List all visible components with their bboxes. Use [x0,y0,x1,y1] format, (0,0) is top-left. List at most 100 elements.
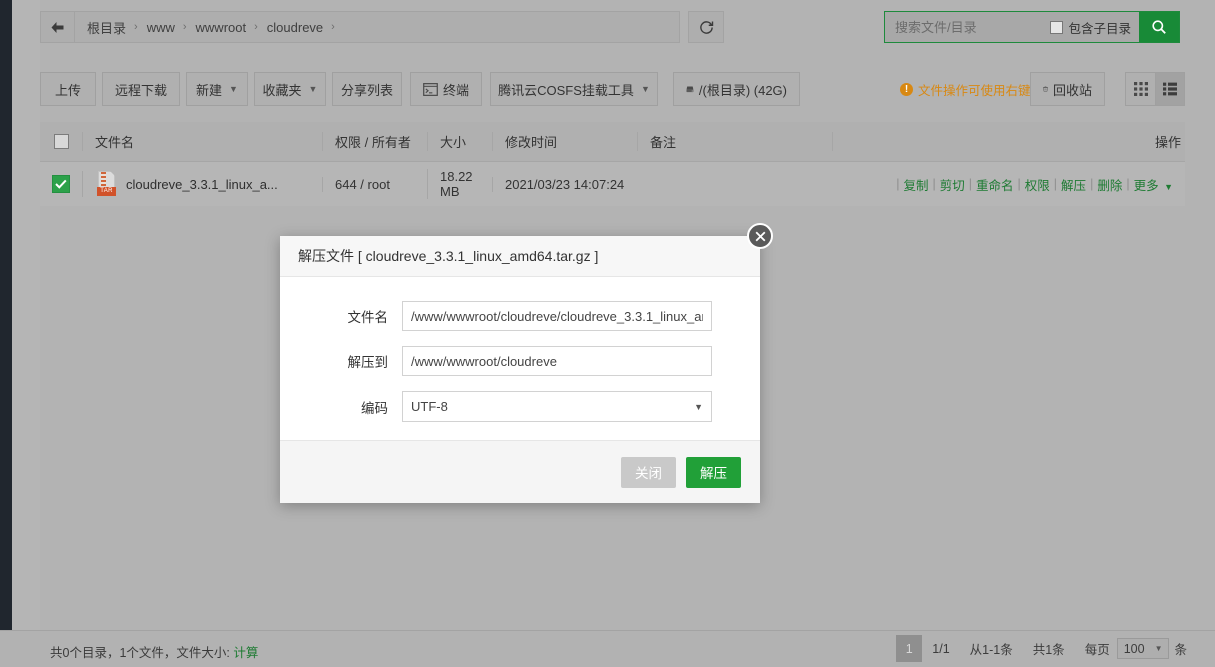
new-button-label: 新建 [196,82,223,98]
breadcrumb-separator: › [182,21,187,33]
header-modified-time[interactable]: 修改时间 [492,132,637,151]
breadcrumb-item-cloudreve[interactable]: cloudreve [267,20,323,35]
cosfs-mount-tool-button[interactable]: 腾讯云COSFS挂载工具 ▼ [490,72,658,106]
page-number-1[interactable]: 1 [896,635,923,662]
header-filename[interactable]: 文件名 [82,132,322,151]
table-row[interactable]: TAR cloudreve_3.3.1_linux_a... 644 / roo… [40,162,1185,206]
chevron-down-icon: ▼ [1154,644,1163,653]
row-modified-time: 2021/03/23 14:07:24 [492,176,637,192]
list-view-button[interactable] [1155,73,1184,105]
include-subdirectories-checkbox[interactable] [1050,20,1064,34]
include-subdirectories-toggle[interactable]: 包含子目录 [1050,12,1139,42]
row-permission-owner[interactable]: 644 / root [322,176,427,192]
disk-icon [686,86,694,92]
dialog-footer: 关闭 解压 [280,440,760,503]
dialog-cancel-button[interactable]: 关闭 [621,456,676,488]
row-size: 18.22 MB [427,169,492,199]
app-side-rail [0,0,12,667]
chevron-down-icon: ▼ [640,84,650,94]
breadcrumb-item-www[interactable]: www [147,20,175,35]
chevron-down-icon: ▼ [229,84,238,94]
pagination: 1 1/1 从1-1条 共1条 每页 100 ▼ 条 [896,635,1187,662]
calculate-size-link[interactable]: 计算 [233,646,258,660]
file-type-tag: TAR [97,187,116,196]
disk-usage-button[interactable]: /(根目录) (42G) [673,72,800,106]
search-icon [1152,20,1166,34]
page-left-margin [12,0,40,667]
row-filename-cell: TAR cloudreve_3.3.1_linux_a... [82,171,322,197]
header-permission-owner[interactable]: 权限 / 所有者 [322,132,427,151]
header-remark[interactable]: 备注 [637,132,832,151]
row-action-more-label: 更多 [1133,178,1159,193]
terminal-button-label: 终端 [442,82,469,98]
directory-summary: 共0个目录，1个文件，文件大小: 计算 [50,642,258,661]
row-select-cell [40,175,82,193]
upload-button[interactable]: 上传 [40,72,96,106]
row-operations: | 复制 | 剪切 | 重命名 | 权限 | 解压 | 删除 | 更多 ▼ [896,175,1185,194]
row-filename[interactable]: cloudreve_3.3.1_linux_a... [126,177,278,192]
list-view-icon [1163,82,1177,96]
check-icon [55,179,67,189]
tar-file-icon: TAR [95,171,117,197]
search-button[interactable] [1139,12,1179,42]
row-action-extract[interactable]: 解压 [1057,175,1090,194]
share-list-button[interactable]: 分享列表 [332,72,402,106]
encoding-select[interactable]: UTF-8 ▼ [402,391,712,422]
breadcrumb-item-wwwroot[interactable]: wwwroot [196,20,247,35]
back-button[interactable] [41,12,75,42]
info-icon: ! [900,83,913,96]
filename-label: 文件名 [347,310,389,325]
search-input[interactable] [885,12,1051,42]
chevron-down-icon: ▼ [694,401,703,412]
header-operations: 操作 [1154,135,1181,150]
terminal-icon [423,82,438,96]
select-all-checkbox[interactable] [53,134,69,149]
refresh-button[interactable] [688,11,724,43]
include-subdirectories-label: 包含子目录 [1068,21,1131,36]
recycle-bin-button[interactable]: 回收站 [1030,72,1105,106]
field-row-extract-to: 解压到 [280,346,760,376]
extract-file-dialog: 解压文件 [ cloudreve_3.3.1_linux_amd64.tar.g… [280,223,773,503]
per-page-select[interactable]: 100 ▼ [1116,638,1170,659]
record-total: 共1条 [1032,643,1065,657]
new-button[interactable]: 新建 ▼ [186,72,248,106]
row-action-permission[interactable]: 权限 [1021,175,1054,194]
select-all-cell [40,134,82,149]
encoding-selected-value: UTF-8 [411,399,448,414]
row-action-delete[interactable]: 删除 [1093,175,1126,194]
breadcrumb-separator: › [331,21,335,33]
directory-summary-text: 共0个目录，1个文件，文件大小: [50,646,230,660]
row-action-rename[interactable]: 重命名 [972,175,1018,194]
dialog-title: 解压文件 [ cloudreve_3.3.1_linux_amd64.tar.g… [280,236,760,277]
breadcrumb-separator: › [134,21,138,33]
breadcrumb-item-root[interactable]: 根目录 [87,18,126,37]
row-action-cut[interactable]: 剪切 [936,175,969,194]
header-size[interactable]: 大小 [427,132,492,151]
favorites-button-label: 收藏夹 [262,82,302,98]
disk-usage-label: /(根目录) (42G) [698,82,787,98]
field-row-filename: 文件名 [280,301,760,331]
grid-view-button[interactable] [1126,73,1155,105]
right-click-hint-label: 文件操作可使用右键 [918,84,1031,98]
per-page-unit: 条 [1174,643,1187,657]
row-checkbox-checked[interactable] [52,175,70,193]
row-action-copy[interactable]: 复制 [899,175,932,194]
remote-download-button[interactable]: 远程下载 [102,72,180,106]
terminal-button[interactable]: 终端 [410,72,482,106]
extract-to-input[interactable] [402,346,712,376]
search-bar: 包含子目录 [884,11,1180,43]
right-click-hint: ! 文件操作可使用右键 [900,80,1031,99]
dialog-close-button[interactable] [747,223,773,249]
chevron-down-icon: ▼ [308,84,318,94]
filename-input[interactable] [402,301,712,331]
status-bar: 共0个目录，1个文件，文件大小: 计算 1 1/1 从1-1条 共1条 每页 1… [0,630,1215,667]
view-mode-group [1125,72,1185,106]
per-page-value: 100 [1123,641,1145,656]
row-action-more[interactable]: 更多 ▼ [1130,175,1177,194]
table-header-row: 文件名 权限 / 所有者 大小 修改时间 备注 操作 [40,122,1185,162]
favorites-button[interactable]: 收藏夹 ▼ [254,72,326,106]
dialog-extract-button[interactable]: 解压 [686,456,741,488]
extract-to-label: 解压到 [347,355,389,370]
trash-icon [1043,86,1048,92]
breadcrumb: 根目录 › www › wwwroot › cloudreve › [75,12,679,42]
